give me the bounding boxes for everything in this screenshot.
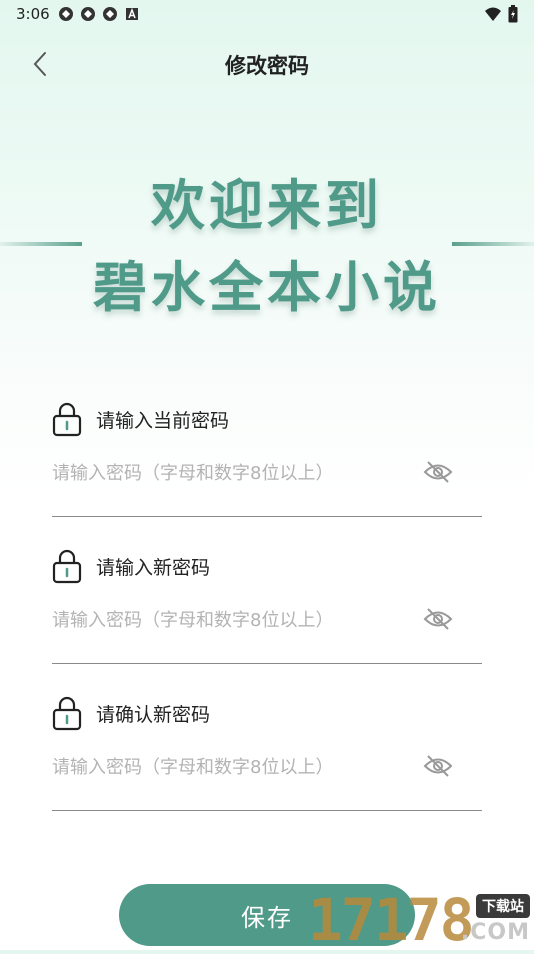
watermark-badge: 下载站 bbox=[476, 894, 530, 918]
save-button[interactable]: 保存 bbox=[119, 884, 415, 946]
status-bar: 3:06 bbox=[0, 0, 534, 28]
app-notification-icon bbox=[103, 7, 117, 21]
eye-off-icon bbox=[423, 608, 453, 630]
app-bar: 修改密码 bbox=[0, 38, 534, 88]
app-notification-icon bbox=[59, 7, 73, 21]
current-password-input[interactable] bbox=[52, 458, 412, 488]
eye-off-icon bbox=[423, 755, 453, 777]
a-notification-icon bbox=[126, 7, 138, 20]
toggle-visibility-button[interactable] bbox=[422, 603, 454, 635]
field-label: 请输入当前密码 bbox=[96, 409, 230, 432]
field-underline bbox=[52, 663, 482, 664]
new-password-field: 请输入新密码 bbox=[52, 547, 482, 667]
lock-icon bbox=[52, 549, 82, 584]
new-password-input[interactable] bbox=[52, 605, 412, 635]
wifi-icon bbox=[485, 7, 501, 21]
watermark-suffix: .COM bbox=[460, 920, 530, 945]
battery-icon bbox=[508, 5, 518, 23]
eye-off-icon bbox=[423, 461, 453, 483]
current-password-field: 请输入当前密码 bbox=[52, 400, 482, 520]
welcome-banner: 欢迎来到 碧水全本小说 bbox=[0, 170, 534, 324]
system-icons bbox=[484, 5, 518, 23]
toggle-visibility-button[interactable] bbox=[422, 456, 454, 488]
page-title: 修改密码 bbox=[225, 54, 309, 78]
field-label: 请确认新密码 bbox=[96, 703, 211, 726]
confirm-password-field: 请确认新密码 bbox=[52, 694, 482, 814]
lock-icon bbox=[52, 402, 82, 437]
toggle-visibility-button[interactable] bbox=[422, 750, 454, 782]
notification-icons bbox=[58, 6, 140, 22]
confirm-password-input[interactable] bbox=[52, 752, 412, 782]
status-time: 3:06 bbox=[16, 5, 50, 23]
field-underline bbox=[52, 516, 482, 517]
lock-icon bbox=[52, 696, 82, 731]
field-underline bbox=[52, 810, 482, 811]
field-label: 请输入新密码 bbox=[96, 556, 211, 579]
app-notification-icon bbox=[81, 7, 95, 21]
welcome-line-2: 碧水全本小说 bbox=[93, 256, 441, 319]
welcome-line-1: 欢迎来到 bbox=[151, 174, 383, 237]
